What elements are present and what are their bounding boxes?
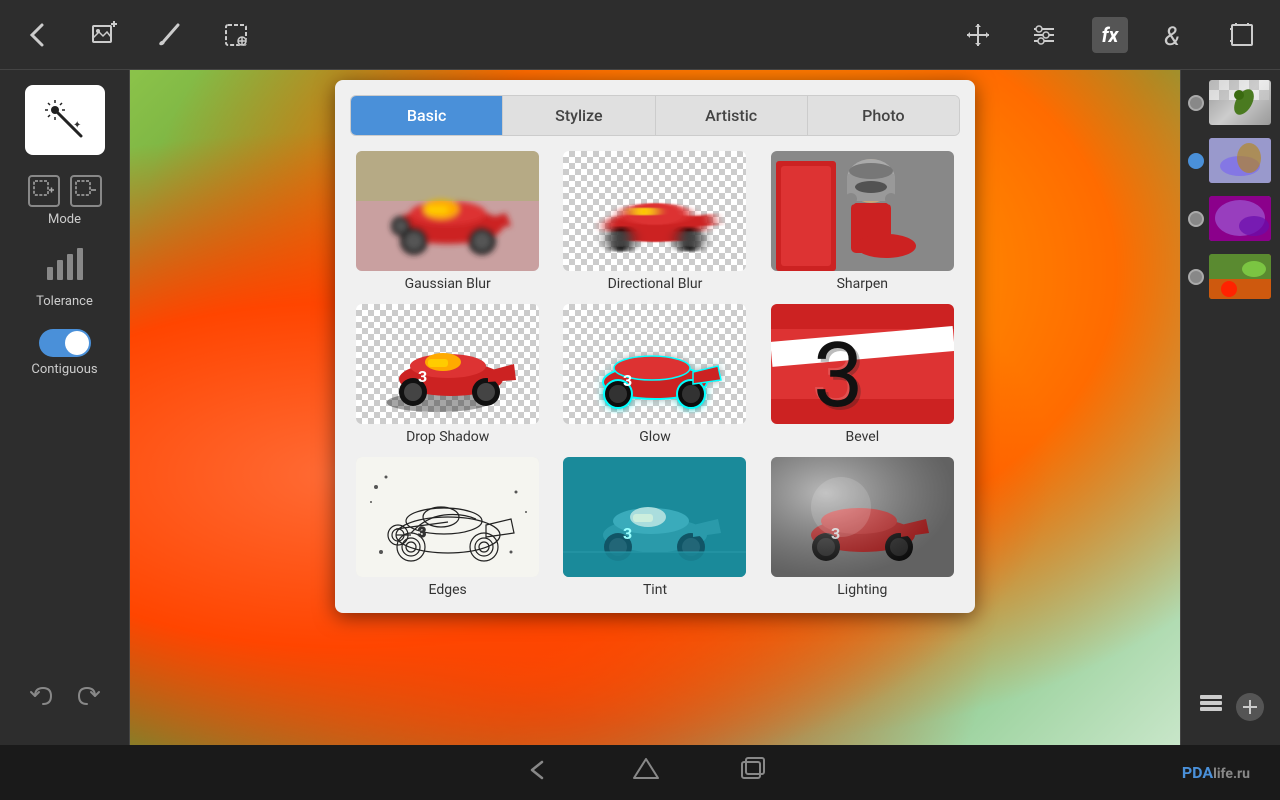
crop-button[interactable] — [1224, 17, 1260, 53]
svg-text:3: 3 — [623, 371, 632, 390]
effect-edges[interactable]: 3 Edges — [350, 457, 545, 598]
new-image-button[interactable] — [86, 17, 122, 53]
left-panel: ✦ Mode — [0, 70, 130, 745]
undo-button[interactable] — [29, 683, 55, 715]
effect-name-edges: Edges — [429, 582, 467, 598]
redo-button[interactable] — [75, 683, 101, 715]
effect-gaussian-blur[interactable]: Gaussian Blur — [350, 151, 545, 292]
effect-directional-blur[interactable]: Directional Blur — [557, 151, 752, 292]
effect-tabs: Basic Stylize Artistic Photo — [350, 95, 960, 136]
effect-tint[interactable]: 3 Tint — [557, 457, 752, 598]
back-button[interactable] — [20, 17, 56, 53]
toolbar-left — [20, 17, 254, 53]
effect-name-bevel: Bevel — [846, 429, 880, 445]
layers-button[interactable] — [1198, 691, 1224, 723]
tolerance-section: Tolerance — [0, 247, 129, 309]
selection-button[interactable] — [218, 17, 254, 53]
tab-basic[interactable]: Basic — [351, 96, 503, 135]
toggle-knob — [65, 331, 89, 355]
brand-label: PDAlife.ru — [1182, 763, 1250, 782]
brush-button[interactable] — [152, 17, 188, 53]
layer-item-2[interactable] — [1188, 138, 1273, 183]
right-panel-actions — [1198, 679, 1264, 735]
tolerance-label: Tolerance — [36, 294, 93, 309]
layer-item-1[interactable] — [1188, 80, 1273, 125]
svg-text:&: & — [1164, 22, 1180, 49]
tab-photo[interactable]: Photo — [808, 96, 959, 135]
effect-name-sharpen: Sharpen — [837, 276, 888, 292]
move-button[interactable] — [960, 17, 996, 53]
effect-drop-shadow[interactable]: 3 Drop Shadow — [350, 304, 545, 445]
android-back-button[interactable] — [524, 756, 552, 790]
fx-button[interactable]: fx — [1092, 17, 1128, 53]
right-panel — [1180, 70, 1280, 745]
top-toolbar: fx & — [0, 0, 1280, 70]
layer-radio-4[interactable] — [1188, 269, 1204, 285]
effect-name-tint: Tint — [643, 582, 667, 598]
tab-artistic[interactable]: Artistic — [656, 96, 808, 135]
layer-item-4[interactable] — [1188, 254, 1273, 299]
adjustments-button[interactable] — [1026, 17, 1062, 53]
svg-text:3: 3 — [418, 367, 427, 386]
layer-radio-2[interactable] — [1188, 153, 1204, 169]
effect-thumb-glow: 3 — [563, 304, 746, 424]
magic-wand-button[interactable]: ✦ — [25, 85, 105, 155]
effect-name-drop-shadow: Drop Shadow — [406, 429, 489, 445]
nav-icons — [110, 756, 1182, 790]
effect-glow[interactable]: 3 Glow — [557, 304, 752, 445]
subtract-selection-button[interactable] — [70, 175, 102, 207]
effect-thumb-tint: 3 — [563, 457, 746, 577]
mode-icons — [28, 175, 102, 207]
android-home-button[interactable] — [632, 756, 660, 790]
effect-thumb-bevel: 3 3 3 — [771, 304, 954, 424]
main-area: ✦ Mode — [0, 70, 1280, 745]
effect-thumb-drop-shadow: 3 — [356, 304, 539, 424]
effect-sharpen[interactable]: Sharpen — [765, 151, 960, 292]
layer-thumb-1 — [1209, 80, 1271, 125]
layer-item-3[interactable] — [1188, 196, 1273, 241]
svg-text:3: 3 — [813, 323, 864, 424]
svg-text:3: 3 — [418, 525, 426, 541]
tolerance-icon — [45, 247, 85, 289]
toolbar-right: fx & — [960, 17, 1260, 53]
effects-grid: Gaussian Blur — [350, 151, 960, 598]
effect-bevel[interactable]: 3 3 3 Bevel — [765, 304, 960, 445]
effect-thumb-edges: 3 — [356, 457, 539, 577]
layer-thumb-4 — [1209, 254, 1271, 299]
bottom-toolbar: PDAlife.ru — [0, 745, 1280, 800]
svg-text:3: 3 — [623, 524, 632, 543]
svg-text:✦: ✦ — [73, 120, 81, 131]
undo-redo-section — [14, 668, 116, 730]
contiguous-toggle[interactable] — [39, 329, 91, 357]
android-recents-button[interactable] — [740, 756, 768, 790]
effect-name-glow: Glow — [639, 429, 670, 445]
effect-name-lighting: Lighting — [837, 582, 887, 598]
effect-name-directional-blur: Directional Blur — [608, 276, 703, 292]
effect-thumb-sharpen — [771, 151, 954, 271]
canvas-area: Basic Stylize Artistic Photo — [130, 70, 1180, 745]
contiguous-label: Contiguous — [31, 362, 97, 377]
layer-thumb-2 — [1209, 138, 1271, 183]
mode-label: Mode — [48, 212, 81, 227]
layer-thumb-3 — [1209, 196, 1271, 241]
effect-thumb-directional-blur — [563, 151, 746, 271]
effect-lighting[interactable]: 3 Lighting — [765, 457, 960, 598]
layer-radio-1[interactable] — [1188, 95, 1204, 111]
effect-thumb-lighting: 3 — [771, 457, 954, 577]
layer-radio-3[interactable] — [1188, 211, 1204, 227]
contiguous-section: Contiguous — [0, 329, 129, 377]
mode-section: Mode — [0, 175, 129, 227]
effect-thumb-gaussian-blur — [356, 151, 539, 271]
tab-stylize[interactable]: Stylize — [503, 96, 655, 135]
add-layer-button[interactable] — [1236, 693, 1264, 721]
add-selection-button[interactable] — [28, 175, 60, 207]
effect-name-gaussian-blur: Gaussian Blur — [405, 276, 491, 292]
combine-button[interactable]: & — [1158, 17, 1194, 53]
effects-panel: Basic Stylize Artistic Photo — [335, 80, 975, 613]
